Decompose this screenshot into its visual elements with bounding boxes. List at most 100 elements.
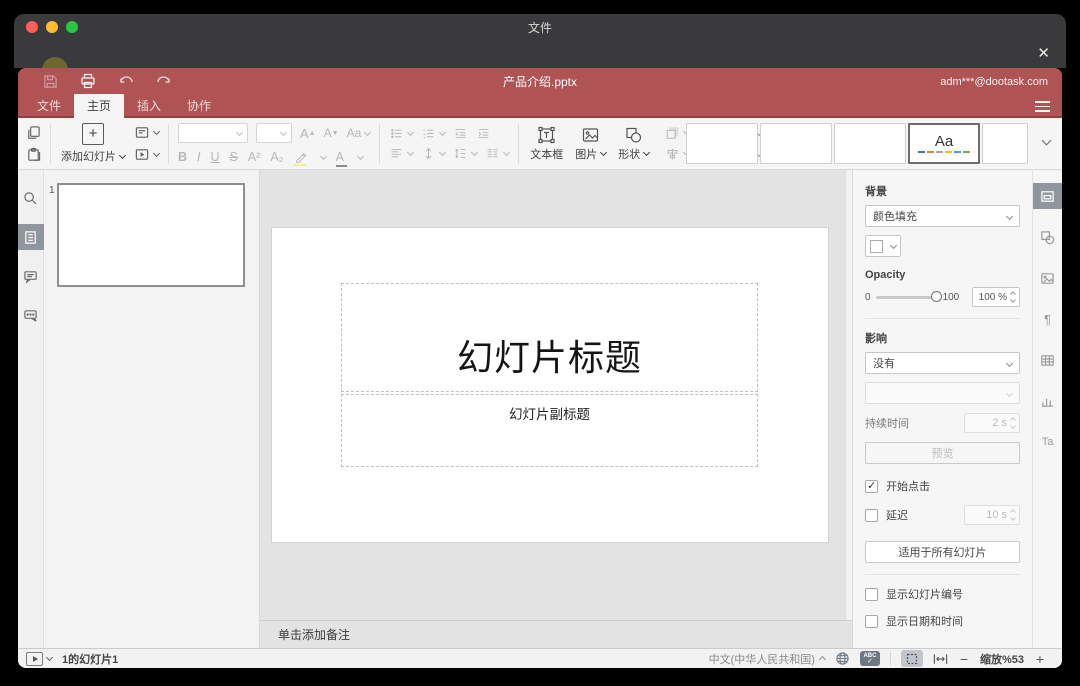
chevron-down-icon — [118, 151, 127, 159]
increase-indent-button[interactable] — [476, 127, 491, 140]
canvas-scrollbar[interactable] — [845, 170, 852, 620]
theme-option[interactable] — [760, 123, 832, 164]
horizontal-align-button[interactable] — [389, 147, 415, 160]
decrease-indent-button[interactable] — [453, 127, 468, 140]
show-slide-number-checkbox[interactable] — [865, 587, 878, 601]
slide-settings-icon[interactable] — [1032, 183, 1062, 209]
font-color-button[interactable]: A — [335, 150, 348, 167]
italic-button[interactable]: I — [197, 150, 200, 164]
zoom-in-button[interactable]: + — [1034, 651, 1046, 667]
text-art-settings-icon[interactable]: Ta — [1033, 429, 1063, 455]
add-slide-button[interactable]: + 添加幻灯片 — [56, 123, 130, 164]
paste-icon[interactable] — [26, 147, 41, 162]
shape-settings-icon[interactable] — [1033, 224, 1063, 250]
slide[interactable]: 幻灯片标题 幻灯片副标题 — [272, 228, 828, 542]
theme-option-selected[interactable]: Aa — [908, 123, 980, 164]
font-size-select[interactable] — [256, 123, 292, 143]
duration-spinbox[interactable]: 2 s — [964, 413, 1020, 433]
right-icon-strip: ¶ Ta — [1032, 170, 1062, 648]
slide-number-label: 1 — [49, 185, 55, 196]
paragraph-settings-icon[interactable]: ¶ — [1033, 306, 1063, 332]
notes-area[interactable]: 单击添加备注 — [260, 620, 852, 648]
title-placeholder[interactable]: 幻灯片标题 — [341, 283, 758, 392]
tab-collaboration[interactable]: 协作 — [174, 94, 224, 118]
fit-to-slide-icon[interactable] — [900, 650, 923, 667]
insert-image-button[interactable]: 图片 — [575, 126, 608, 162]
start-on-click-checkbox[interactable] — [865, 479, 878, 493]
numbered-list-button[interactable] — [421, 127, 447, 140]
tab-file[interactable]: 文件 — [24, 94, 74, 118]
macos-titlebar: 文件 — [14, 14, 1066, 40]
effect-option-select[interactable] — [865, 382, 1020, 404]
slide-indicator: 1的幻灯片1 — [62, 653, 119, 666]
copy-icon[interactable] — [26, 125, 41, 140]
chevron-down-icon[interactable] — [45, 653, 54, 662]
chevron-down-icon — [152, 127, 161, 136]
theme-option[interactable] — [982, 123, 1028, 164]
fit-to-width-icon[interactable] — [933, 653, 948, 665]
theme-option[interactable] — [834, 123, 906, 164]
show-date-time-checkbox[interactable] — [865, 614, 878, 628]
subtitle-placeholder[interactable]: 幻灯片副标题 — [341, 394, 758, 467]
superscript-button[interactable]: A² — [248, 150, 261, 164]
chart-settings-icon[interactable] — [1033, 388, 1063, 414]
chat-icon[interactable] — [18, 302, 44, 328]
comments-icon[interactable] — [18, 263, 44, 289]
theme-aa-label: Aa — [934, 132, 954, 150]
change-case-button[interactable]: Aa — [347, 126, 372, 140]
preview-button[interactable]: 预览 — [865, 442, 1020, 464]
fill-color-picker[interactable] — [865, 235, 901, 257]
spellcheck-icon[interactable]: ABC ✓ — [859, 651, 880, 666]
slider-knob[interactable] — [930, 291, 942, 302]
show-slide-number-label: 显示幻灯片编号 — [886, 589, 963, 601]
close-icon[interactable]: ✕ — [1037, 44, 1050, 62]
line-spacing-button[interactable] — [453, 147, 479, 160]
plus-icon: + — [82, 123, 104, 145]
opacity-min-label: 0 — [865, 291, 871, 303]
strikethrough-button[interactable]: S — [230, 150, 238, 164]
delay-label: 延迟 — [886, 510, 908, 522]
theme-gallery: Aa — [686, 123, 1028, 164]
chevron-down-icon — [152, 149, 161, 158]
search-icon[interactable] — [18, 185, 44, 211]
fill-type-select[interactable]: 颜色填充 — [865, 205, 1020, 227]
slide-thumbnail[interactable] — [57, 183, 245, 287]
columns-button[interactable] — [485, 147, 511, 160]
app-header: 产品介绍.pptx adm***@dootask.com 文件 主页 插入 协作 — [18, 68, 1062, 118]
gallery-expand-icon[interactable] — [1041, 135, 1052, 146]
account-email[interactable]: adm***@dootask.com — [940, 68, 1048, 94]
opacity-spinbox[interactable]: 100 % — [972, 287, 1020, 307]
highlight-color-button[interactable] — [293, 151, 307, 166]
start-slideshow-button[interactable] — [134, 147, 161, 162]
increase-font-button[interactable]: A ▲ — [300, 126, 316, 141]
decrease-font-button[interactable]: A ▼ — [324, 126, 339, 140]
insert-shape-button[interactable]: 形状 — [618, 126, 651, 162]
tab-home[interactable]: 主页 — [74, 94, 125, 118]
delay-checkbox[interactable] — [865, 508, 878, 522]
apply-to-all-button[interactable]: 适用于所有幻灯片 — [865, 541, 1020, 563]
table-settings-icon[interactable] — [1033, 347, 1063, 373]
insert-textbox-button[interactable]: 文本框 — [530, 126, 563, 162]
play-slideshow-icon[interactable] — [26, 651, 43, 666]
vertical-align-button[interactable] — [421, 147, 447, 160]
theme-option[interactable] — [686, 123, 758, 164]
underline-button[interactable]: U — [211, 150, 220, 164]
macos-chrome: 文件 ✕ — [14, 14, 1066, 68]
slides-panel-icon[interactable] — [18, 224, 44, 250]
bullet-list-button[interactable] — [389, 127, 415, 140]
image-settings-icon[interactable] — [1033, 265, 1063, 291]
effect-select[interactable]: 没有 — [865, 352, 1020, 374]
menu-icon[interactable] — [1035, 101, 1050, 115]
delay-spinbox[interactable]: 10 s — [964, 505, 1020, 525]
tab-insert[interactable]: 插入 — [124, 94, 174, 118]
opacity-slider[interactable] — [875, 291, 942, 302]
subscript-button[interactable]: A₂ — [270, 150, 283, 164]
font-name-select[interactable] — [178, 123, 248, 143]
window-title: 文件 — [527, 21, 552, 35]
zoom-out-button[interactable]: − — [958, 651, 970, 667]
slide-layout-button[interactable] — [134, 125, 161, 140]
bold-button[interactable]: B — [178, 150, 187, 164]
language-selector[interactable]: 中文(中华人民共和国) — [709, 651, 827, 667]
globe-icon[interactable] — [835, 651, 850, 666]
clipboard-group — [22, 125, 45, 162]
